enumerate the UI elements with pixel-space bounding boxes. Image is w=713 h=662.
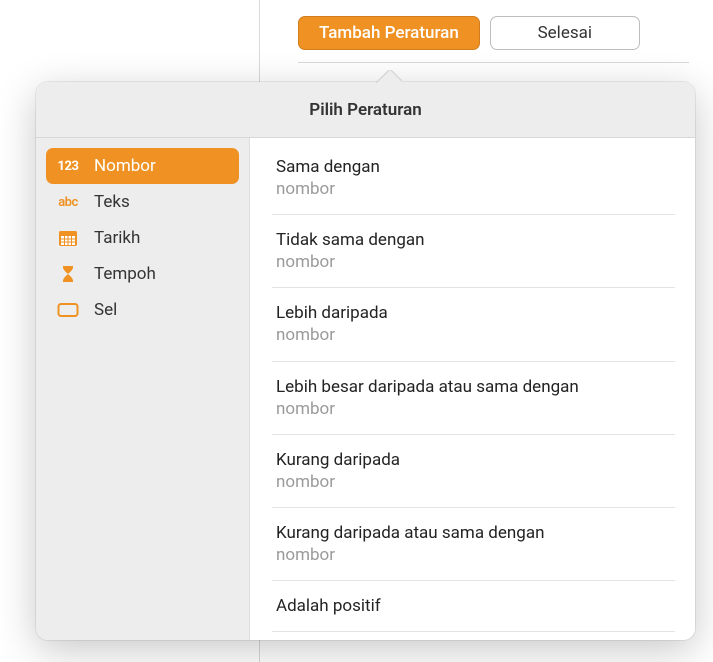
sidebar-item-duration[interactable]: Tempoh (46, 256, 239, 292)
popover-body: 123 Nombor abc Teks (36, 138, 695, 640)
rule-popover: Pilih Peraturan 123 Nombor abc Teks (36, 82, 695, 640)
rule-title: Sama dengan (276, 156, 671, 178)
calendar-icon (54, 229, 82, 247)
sidebar-item-label: Tarikh (94, 228, 140, 248)
rule-sub: nombor (276, 398, 671, 420)
rule-item-less-equal[interactable]: Kurang daripada atau sama dengan nombor (272, 508, 675, 581)
sidebar-item-date[interactable]: Tarikh (46, 220, 239, 256)
number-icon: 123 (54, 159, 82, 174)
rule-item-greater[interactable]: Lebih daripada nombor (272, 288, 675, 361)
sidebar-item-label: Tempoh (94, 264, 156, 284)
rule-title: Kurang daripada (276, 449, 671, 471)
sidebar-item-label: Sel (94, 300, 117, 320)
rule-item-less[interactable]: Kurang daripada nombor (272, 435, 675, 508)
rules-list[interactable]: Sama dengan nombor Tidak sama dengan nom… (250, 138, 695, 640)
header-divider (298, 62, 689, 63)
rule-title: Tidak sama dengan (276, 229, 671, 251)
hourglass-icon (54, 265, 82, 283)
rule-title: Lebih daripada (276, 302, 671, 324)
rule-sub: nombor (276, 324, 671, 346)
rule-item-positive[interactable]: Adalah positif (272, 581, 675, 632)
sidebar-item-cell[interactable]: Sel (46, 292, 239, 328)
text-icon: abc (54, 195, 82, 210)
rule-type-sidebar: 123 Nombor abc Teks (36, 138, 250, 640)
popover-title: Pilih Peraturan (36, 82, 695, 138)
rule-title: Lebih besar daripada atau sama dengan (276, 376, 671, 398)
done-button[interactable]: Selesai (490, 16, 640, 50)
header-buttons: Tambah Peraturan Selesai (298, 16, 640, 50)
rule-sub: nombor (276, 178, 671, 200)
rule-item-greater-equal[interactable]: Lebih besar daripada atau sama dengan no… (272, 362, 675, 435)
rule-item-equal[interactable]: Sama dengan nombor (272, 142, 675, 215)
rule-sub: nombor (276, 471, 671, 493)
sidebar-item-label: Nombor (94, 156, 156, 176)
rule-sub: nombor (276, 251, 671, 273)
rule-title: Kurang daripada atau sama dengan (276, 522, 671, 544)
rule-sub: nombor (276, 544, 671, 566)
rule-title: Adalah positif (276, 595, 671, 617)
sidebar-item-label: Teks (94, 192, 130, 212)
rule-item-not-equal[interactable]: Tidak sama dengan nombor (272, 215, 675, 288)
sidebar-item-text[interactable]: abc Teks (46, 184, 239, 220)
cell-icon (54, 302, 82, 318)
sidebar-item-number[interactable]: 123 Nombor (46, 148, 239, 184)
popover-arrow (376, 70, 402, 83)
add-rule-button[interactable]: Tambah Peraturan (298, 16, 480, 50)
